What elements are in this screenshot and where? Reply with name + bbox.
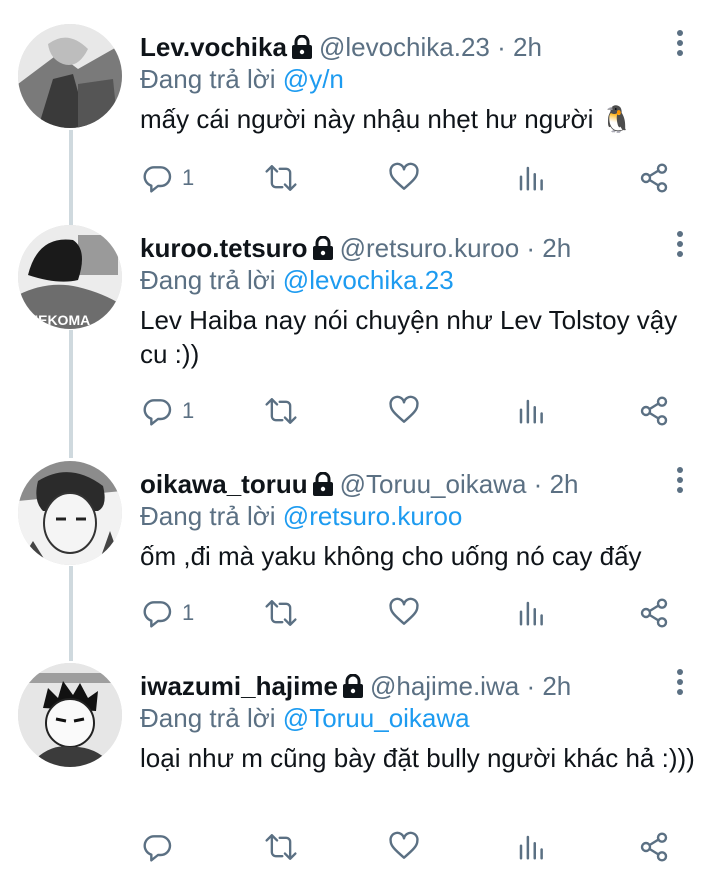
avatar[interactable]: NEKOMA: [18, 225, 122, 329]
more-icon[interactable]: [674, 30, 686, 60]
handle[interactable]: @Toruu_oikawa: [340, 469, 527, 499]
tweet-text: ốm ,đi mà yaku không cho uống nó cay đấy: [140, 541, 642, 571]
avatar[interactable]: [18, 461, 122, 565]
retweet-icon: [265, 834, 297, 860]
tweet[interactable]: NEKOMA kuroo.tetsuro @retsuro.kuroo · 2h …: [0, 225, 720, 437]
replying-prefix: Đang trả lời: [140, 501, 276, 531]
analytics-icon: [519, 399, 543, 424]
action-bar: [140, 829, 680, 865]
retweet-button[interactable]: [264, 595, 298, 631]
handle[interactable]: @levochika.23: [319, 32, 490, 62]
replying-prefix: Đang trả lời: [140, 64, 276, 94]
mention-link[interactable]: @y/n: [283, 64, 344, 94]
analytics-button[interactable]: [516, 160, 546, 196]
reply-count: 1: [182, 165, 195, 190]
retweet-icon: [265, 398, 297, 424]
replying-to: Đang trả lời @Toruu_oikawa: [140, 701, 470, 735]
handle[interactable]: @retsuro.kuroo: [340, 233, 520, 263]
share-icon: [640, 598, 668, 628]
analytics-icon: [519, 601, 543, 626]
retweet-icon: [265, 165, 297, 191]
heart-icon: [389, 831, 419, 859]
retweet-button[interactable]: [264, 829, 298, 865]
analytics-button[interactable]: [516, 393, 546, 429]
display-name[interactable]: oikawa_toruu: [140, 469, 308, 499]
reply-button[interactable]: [142, 829, 182, 865]
action-bar: 1: [140, 595, 680, 631]
action-bar: 1: [140, 160, 680, 196]
like-button[interactable]: [388, 393, 420, 429]
reply-count: 1: [182, 600, 195, 625]
heart-icon: [389, 395, 419, 423]
mention-link[interactable]: @levochika.23: [283, 265, 454, 295]
reply-icon: [143, 835, 172, 862]
retweet-icon: [265, 600, 297, 626]
like-button[interactable]: [388, 829, 420, 865]
tweet[interactable]: Lev.vochika @levochika.23 · 2h Đang trả l…: [0, 24, 720, 204]
replying-prefix: Đang trả lời: [140, 703, 276, 733]
analytics-icon: [519, 835, 543, 860]
more-icon[interactable]: [674, 231, 686, 261]
reply-icon: [143, 166, 172, 193]
handle[interactable]: @hajime.iwa: [370, 671, 519, 701]
analytics-button[interactable]: [516, 595, 546, 631]
timestamp[interactable]: 2h: [550, 469, 579, 499]
svg-text:NEKOMA: NEKOMA: [28, 312, 90, 328]
tweet[interactable]: oikawa_toruu @Toruu_oikawa · 2h Đang trả …: [0, 461, 720, 641]
heart-icon: [389, 162, 419, 190]
like-button[interactable]: [388, 160, 420, 196]
replying-to: Đang trả lời @retsuro.kuroo: [140, 499, 462, 533]
separator: ·: [497, 32, 506, 62]
share-button[interactable]: [638, 595, 670, 631]
tweet-text: loại như m cũng bày đặt bully người khác…: [140, 743, 695, 773]
separator: ·: [526, 233, 536, 263]
separator: ·: [526, 671, 536, 701]
tweet-text: Lev Haiba nay nói chuyện như Lev Tolstoy…: [140, 305, 678, 369]
timestamp[interactable]: 2h: [542, 233, 571, 263]
analytics-button[interactable]: [516, 829, 546, 865]
reply-button[interactable]: 1: [142, 160, 194, 196]
replying-to: Đang trả lời @levochika.23: [140, 263, 454, 297]
mention-link[interactable]: @retsuro.kuroo: [283, 501, 463, 531]
share-icon: [640, 832, 668, 862]
like-button[interactable]: [388, 595, 420, 631]
retweet-button[interactable]: [264, 160, 298, 196]
heart-icon: [389, 597, 419, 625]
action-bar: 1: [140, 393, 680, 429]
share-button[interactable]: [638, 829, 670, 865]
display-name[interactable]: Lev.vochika: [140, 32, 287, 62]
reply-count: 1: [182, 398, 195, 423]
more-icon[interactable]: [674, 669, 686, 699]
avatar[interactable]: [18, 663, 122, 767]
mention-link[interactable]: @Toruu_oikawa: [283, 703, 470, 733]
reply-icon: [143, 601, 172, 628]
reply-button[interactable]: 1: [142, 595, 194, 631]
replying-prefix: Đang trả lời: [140, 265, 276, 295]
analytics-icon: [519, 166, 543, 191]
tweet-text: mấy cái người này nhậu nhẹt hư người 🐧: [140, 104, 634, 134]
reply-icon: [143, 399, 172, 426]
avatar[interactable]: [18, 24, 122, 128]
share-button[interactable]: [638, 160, 670, 196]
retweet-button[interactable]: [264, 393, 298, 429]
display-name[interactable]: kuroo.tetsuro: [140, 233, 308, 263]
share-icon: [640, 163, 668, 193]
timestamp[interactable]: 2h: [542, 671, 571, 701]
tweet[interactable]: iwazumi_hajime @hajime.iwa · 2h Đang trả …: [0, 663, 720, 872]
more-icon[interactable]: [674, 467, 686, 497]
separator: ·: [533, 469, 543, 499]
display-name[interactable]: iwazumi_hajime: [140, 671, 338, 701]
timestamp[interactable]: 2h: [513, 32, 542, 62]
reply-button[interactable]: 1: [142, 393, 194, 429]
share-icon: [640, 396, 668, 426]
replying-to: Đang trả lời @y/n: [140, 62, 344, 96]
share-button[interactable]: [638, 393, 670, 429]
